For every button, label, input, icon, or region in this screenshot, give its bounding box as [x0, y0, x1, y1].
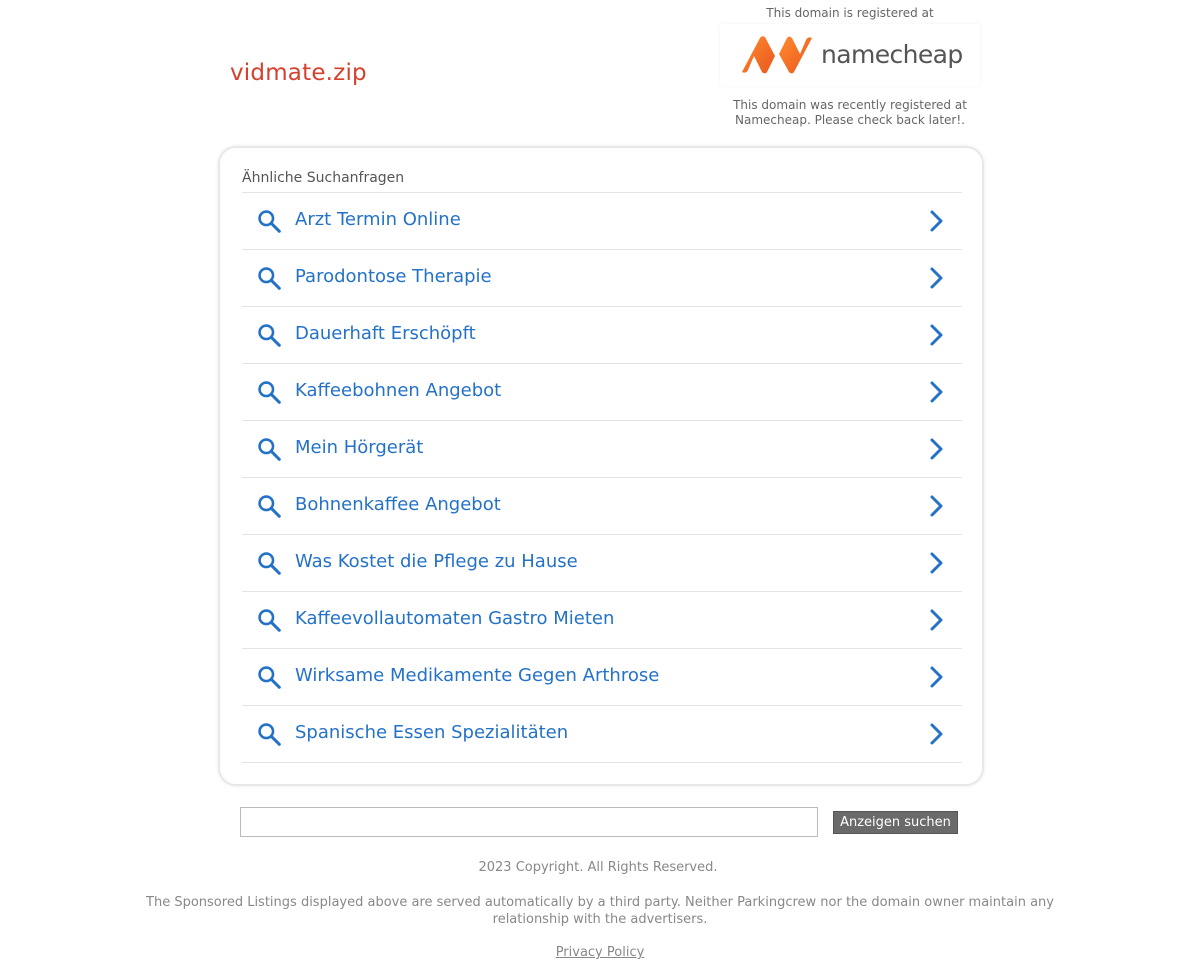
privacy-policy-container: Privacy Policy — [0, 945, 1200, 960]
related-search-item[interactable]: Mein Hörgerät — [242, 421, 962, 478]
chevron-right-icon — [930, 438, 943, 460]
search-icon — [258, 723, 281, 746]
chevron-right-icon — [930, 666, 943, 688]
search-icon — [258, 666, 281, 689]
related-search-label: Bohnenkaffee Angebot — [295, 494, 501, 515]
search-icon — [258, 609, 281, 632]
related-search-label: Was Kostet die Pflege zu Hause — [295, 551, 578, 572]
privacy-policy-link[interactable]: Privacy Policy — [556, 945, 645, 960]
related-search-item[interactable]: Parodontose Therapie — [242, 250, 962, 307]
related-searches-list: Arzt Termin Online Parodontose Therapie Da… — [242, 192, 962, 763]
registrar-intro-text: This domain is registered at — [766, 6, 934, 20]
search-icon — [258, 381, 281, 404]
related-search-item[interactable]: Was Kostet die Pflege zu Hause — [242, 535, 962, 592]
chevron-right-icon — [930, 210, 943, 232]
related-search-label: Wirksame Medikamente Gegen Arthrose — [295, 665, 660, 686]
related-search-item[interactable]: Wirksame Medikamente Gegen Arthrose — [242, 649, 962, 706]
namecheap-logo[interactable]: namecheap — [720, 24, 980, 86]
related-search-label: Arzt Termin Online — [295, 209, 461, 230]
search-icon — [258, 438, 281, 461]
related-search-label: Spanische Essen Spezialitäten — [295, 722, 569, 743]
search-icon — [258, 552, 281, 575]
disclaimer-text: The Sponsored Listings displayed above a… — [146, 895, 1054, 927]
related-search-item[interactable]: Kaffeevollautomaten Gastro Mieten — [242, 592, 962, 649]
search-icon — [258, 324, 281, 347]
domain-name: vidmate.zip — [230, 60, 367, 86]
search-input[interactable] — [240, 807, 818, 837]
chevron-right-icon — [930, 381, 943, 403]
search-icon — [258, 495, 281, 518]
related-search-item[interactable]: Bohnenkaffee Angebot — [242, 478, 962, 535]
chevron-right-icon — [930, 495, 943, 517]
chevron-right-icon — [930, 552, 943, 574]
related-searches-heading: Ähnliche Suchanfragen — [242, 170, 405, 186]
search-icon — [258, 267, 281, 290]
search-icon — [258, 210, 281, 233]
chevron-right-icon — [930, 324, 943, 346]
related-search-label: Kaffeevollautomaten Gastro Mieten — [295, 608, 615, 629]
registrar-box: This domain is registered at namecheap T… — [720, 6, 980, 128]
related-search-label: Mein Hörgerät — [295, 437, 424, 458]
chevron-right-icon — [930, 723, 943, 745]
copyright-text: 2023 Copyright. All Rights Reserved. — [478, 860, 718, 875]
related-searches-panel: Ähnliche Suchanfragen Arzt Termin Online… — [218, 146, 984, 786]
related-search-label: Parodontose Therapie — [295, 266, 492, 287]
namecheap-logo-mark-icon — [742, 36, 812, 74]
related-search-item[interactable]: Kaffeebohnen Angebot — [242, 364, 962, 421]
registrar-notice-text: This domain was recently registered at N… — [733, 98, 967, 127]
chevron-right-icon — [930, 609, 943, 631]
related-search-item[interactable]: Spanische Essen Spezialitäten — [242, 706, 962, 763]
related-search-item[interactable]: Arzt Termin Online — [242, 193, 962, 250]
related-search-label: Dauerhaft Erschöpft — [295, 323, 476, 344]
chevron-right-icon — [930, 267, 943, 289]
namecheap-logo-text: namecheap — [821, 40, 963, 69]
search-ads-button[interactable]: Anzeigen suchen — [833, 811, 958, 834]
related-search-label: Kaffeebohnen Angebot — [295, 380, 502, 401]
related-search-item[interactable]: Dauerhaft Erschöpft — [242, 307, 962, 364]
